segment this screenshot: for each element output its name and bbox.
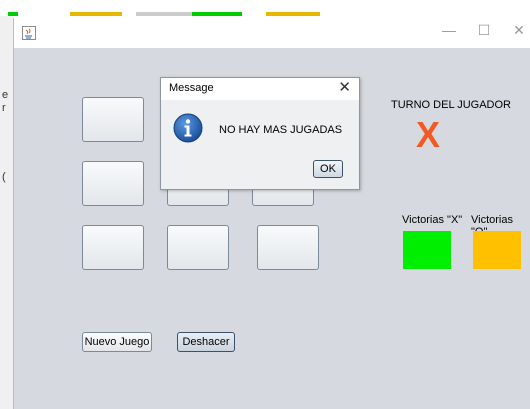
board-cell-7[interactable] bbox=[82, 225, 144, 270]
background-text-fragment: ( bbox=[2, 171, 6, 183]
taskbar-tab-5[interactable] bbox=[192, 12, 242, 16]
background-text-fragment: r bbox=[2, 102, 6, 114]
turn-label: TURNO DEL JUGADOR bbox=[391, 99, 511, 111]
window-titlebar: — ☐ ✕ bbox=[14, 18, 530, 48]
wins-x-indicator bbox=[403, 231, 451, 269]
taskbar-tab-2[interactable] bbox=[70, 12, 122, 16]
background-text-fragment: e bbox=[2, 89, 9, 101]
wins-x-label: Victorias "X" bbox=[402, 214, 463, 226]
ok-button[interactable]: OK bbox=[313, 160, 343, 178]
taskbar-tab-4[interactable] bbox=[166, 12, 192, 16]
info-icon bbox=[173, 113, 203, 143]
turn-player-mark: X bbox=[416, 114, 441, 155]
dialog-titlebar: Message ✕ bbox=[161, 78, 359, 100]
board-cell-1[interactable] bbox=[82, 97, 144, 142]
taskbar-tab-3[interactable] bbox=[136, 12, 166, 16]
dialog-message: NO HAY MAS JUGADAS bbox=[219, 124, 343, 136]
dialog-title: Message bbox=[169, 82, 214, 94]
board-cell-9[interactable] bbox=[257, 225, 319, 270]
message-dialog: Message ✕ NO HAY MAS JUGADAS OK bbox=[160, 77, 360, 190]
background-window-edge: e r ( bbox=[0, 16, 13, 409]
close-window-button[interactable]: ✕ bbox=[504, 22, 530, 39]
taskbar-tab-6[interactable] bbox=[266, 12, 320, 16]
taskbar-strip bbox=[0, 0, 530, 16]
maximize-button[interactable]: ☐ bbox=[469, 22, 499, 39]
undo-button[interactable]: Deshacer bbox=[177, 332, 235, 352]
new-game-button[interactable]: Nuevo Juego bbox=[82, 332, 152, 352]
wins-o-indicator bbox=[473, 231, 521, 269]
board-cell-4[interactable] bbox=[82, 161, 144, 206]
minimize-button[interactable]: — bbox=[434, 22, 464, 38]
java-app-icon bbox=[22, 26, 36, 40]
dialog-close-button[interactable]: ✕ bbox=[338, 78, 351, 96]
board-cell-8[interactable] bbox=[167, 225, 229, 270]
